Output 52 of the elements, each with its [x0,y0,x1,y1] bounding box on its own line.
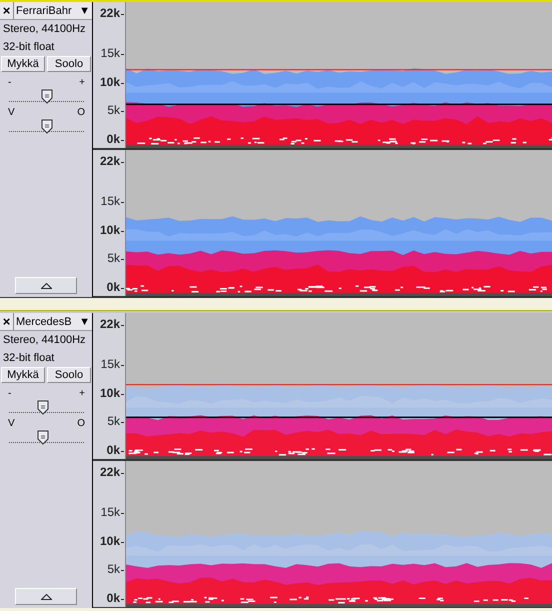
track-name-menu[interactable]: FerrariBahr ▼ [14,2,92,19]
collapse-button[interactable] [15,277,77,294]
slider-thumb[interactable] [40,89,52,104]
slider-end-label: O [77,108,85,117]
close-button[interactable]: × [0,2,14,19]
ruler-label: 10k [100,534,120,548]
ruler-label: 5k [107,251,120,266]
slider-thumb[interactable] [36,430,49,445]
slider-thumb[interactable] [40,119,52,134]
ruler-label: 22k [100,154,120,168]
solo-button[interactable]: Soolo [47,56,91,72]
ruler-label: 22k [100,317,120,331]
track-name-menu[interactable]: MercedesB ▼ [14,313,92,330]
ruler-label: 0k [106,280,120,294]
slider-end-label: O [77,419,85,428]
ruler-label: 15k [100,505,120,520]
ruler-label: 0k [106,132,120,146]
ruler-label: 5k [107,103,120,118]
track-info: Stereo, 44100Hz [2,333,87,348]
triangle-icon [40,594,52,600]
track-info: Stereo, 44100Hz [2,22,87,37]
track-info: 32-bit float [2,351,56,366]
slider-end-label: V [8,108,15,117]
solo-button[interactable]: Soolo [47,367,91,383]
gain-slider[interactable] [9,87,84,102]
ruler-label: 10k [100,386,120,400]
pan-slider[interactable] [9,117,84,132]
ruler-label: 10k [100,222,120,237]
gain-slider[interactable] [9,398,84,413]
mute-button[interactable]: Mykkä [1,367,45,383]
ruler-label: 22k [100,6,120,20]
slider-end-label: + [79,78,85,87]
ruler-label: 15k [100,357,120,372]
ruler-label: 15k [100,194,120,208]
ruler-label: 0k [106,442,120,457]
slider-end-label: + [79,389,85,398]
slider-end-label: V [8,419,15,428]
ruler-label: 22k [100,465,120,479]
slider-thumb[interactable] [36,400,49,415]
slider-end-label: - [8,78,12,87]
mute-button[interactable]: Mykkä [1,56,45,72]
triangle-icon [40,282,52,288]
ruler-label: 0k [106,590,120,605]
ruler-label: 10k [100,74,120,89]
track-info: 32-bit float [2,40,56,55]
slider-end-label: - [8,389,12,398]
pan-slider[interactable] [9,428,84,443]
close-button[interactable]: × [0,313,14,330]
ruler-label: 5k [107,414,120,428]
ruler-label: 15k [100,46,120,60]
collapse-button[interactable] [15,588,77,605]
ruler-label: 5k [107,562,120,576]
